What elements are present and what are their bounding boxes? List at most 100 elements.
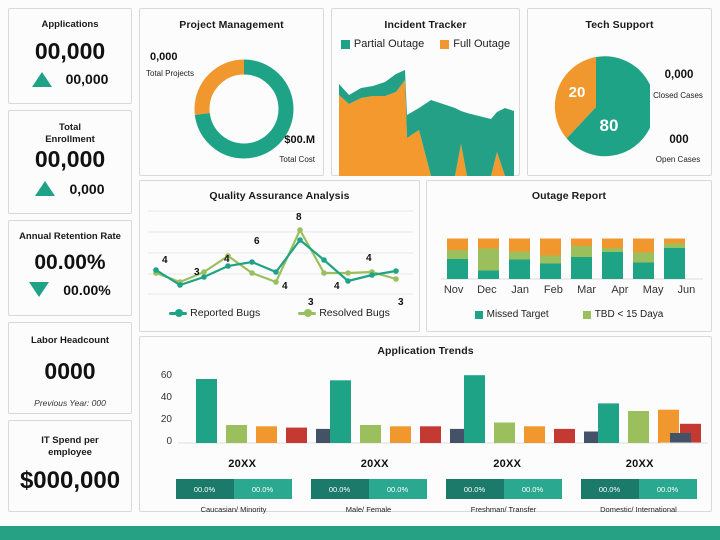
outage-report-card[interactable]: Outage Report Nov Dec Jan Feb Mar Apr Ma… <box>426 180 712 332</box>
percent-bar-domestic-international[interactable]: 00.0% 00.0% <box>580 479 697 499</box>
percent-right: 00.0% <box>233 479 292 499</box>
percent-bar-caucasian-minority[interactable]: 00.0% 00.0% <box>175 479 292 499</box>
pie-label-80: 80 <box>600 116 619 135</box>
bar-group-jan[interactable] <box>509 238 530 280</box>
qa-point-label: 4 <box>334 281 340 292</box>
legend-item-resolved-bugs[interactable]: Resolved Bugs <box>298 307 390 319</box>
month-label: Dec <box>477 284 497 296</box>
bar-group-3[interactable] <box>464 375 605 443</box>
total-projects-label: Total Projects <box>146 69 195 78</box>
card-title: Application Trends <box>377 345 474 357</box>
group-caption: Male/ Female <box>345 505 392 514</box>
kpi-card-applications[interactable]: Applications 00,000 00,000 <box>8 8 132 104</box>
kpi-note: Previous Year: 000 <box>34 398 106 409</box>
legend-item-reported-bugs[interactable]: Reported Bugs <box>169 307 260 319</box>
kpi-delta-row: 00,000 <box>15 71 125 87</box>
card-title: Tech Support <box>585 19 654 31</box>
bar-group-nov[interactable] <box>447 238 468 280</box>
project-management-donut <box>188 53 300 170</box>
group-caption: Caucasian/ Minority <box>200 505 267 514</box>
percent-bar-male-female[interactable]: 00.0% 00.0% <box>310 479 427 499</box>
dashboard-root: Applications 00,000 00,000 Total Enrollm… <box>0 0 720 540</box>
application-trends-bar-chart <box>178 375 706 444</box>
bar-group-apr[interactable] <box>602 238 623 280</box>
application-trends-captions: Caucasian/ Minority Male/ Female Freshma… <box>166 505 706 514</box>
application-trends-card[interactable]: Application Trends 60 40 20 0 20XX 20XX … <box>139 336 712 514</box>
kpi-card-labor-headcount[interactable]: Labor Headcount 0000 Previous Year: 000 <box>8 322 132 414</box>
legend-item-missed-target[interactable]: Missed Target <box>474 309 549 320</box>
incident-tracker-area-chart <box>339 70 514 176</box>
month-label: Jun <box>677 284 696 296</box>
kpi-label: Labor Headcount <box>30 335 110 346</box>
project-management-card[interactable]: Project Management 0,000 Total Projects … <box>139 8 324 176</box>
year-label: 20XX <box>228 458 257 470</box>
bar-group-4-series-5[interactable] <box>670 433 691 443</box>
kpi-card-it-spend-per-employee[interactable]: IT Spend per employee $000,000 <box>8 420 132 512</box>
card-title: Quality Assurance Analysis <box>209 190 350 202</box>
kpi-card-annual-retention-rate[interactable]: Annual Retention Rate 00.00% 00.00% <box>8 220 132 316</box>
kpi-label-line1: IT Spend per <box>41 435 99 446</box>
kpi-card-total-enrollment[interactable]: Total Enrollment 00,000 0,000 <box>8 110 132 214</box>
month-label: Jan <box>511 284 529 296</box>
bar-group-may[interactable] <box>633 238 654 280</box>
kpi-value: $000,000 <box>19 466 121 494</box>
legend-label: Partial Outage <box>353 38 425 50</box>
closed-cases-value: 0,000 <box>664 69 694 81</box>
legend-swatch-partial-outage <box>340 39 350 49</box>
kpi-delta-row: 00.00% <box>15 282 125 298</box>
total-cost-value: $00.M <box>284 134 315 146</box>
y-tick-60: 60 <box>160 370 172 381</box>
y-tick-40: 40 <box>160 392 172 403</box>
qa-point-label: 8 <box>296 212 302 223</box>
application-trends-year-axis: 20XX 20XX 20XX 20XX <box>176 458 706 470</box>
bar-group-2[interactable] <box>330 380 471 443</box>
percent-right: 00.0% <box>368 479 427 499</box>
year-label: 20XX <box>493 458 522 470</box>
outage-report-legend: Missed Target TBD < 15 Daya <box>427 309 711 320</box>
bar-group-1[interactable] <box>196 379 337 443</box>
percent-right: 00.0% <box>503 479 562 499</box>
quality-assurance-legend: Reported Bugs Resolved Bugs <box>140 307 419 319</box>
card-title: Project Management <box>179 19 284 31</box>
bar-group-jun[interactable] <box>664 238 685 280</box>
legend-item-partial-outage[interactable]: Partial Outage <box>340 38 425 50</box>
legend-item-tbd-15-days[interactable]: TBD < 15 Daya <box>582 309 663 320</box>
year-label: 20XX <box>360 458 389 470</box>
qa-line-chart <box>148 210 413 295</box>
year-label: 20XX <box>625 458 654 470</box>
percent-left: 00.0% <box>580 479 639 499</box>
bar-group-feb[interactable] <box>540 238 561 280</box>
legend-item-full-outage[interactable]: Full Outage <box>440 38 510 50</box>
kpi-delta: 0,000 <box>69 180 105 197</box>
kpi-value: 00.00% <box>34 250 106 274</box>
kpi-label-line1: Total <box>59 122 81 133</box>
month-label: May <box>642 284 664 296</box>
incident-tracker-card[interactable]: Incident Tracker Partial Outage Full Out… <box>331 8 520 176</box>
month-label: Apr <box>611 284 629 296</box>
footer-bar <box>0 526 720 540</box>
open-cases-label: Open Cases <box>655 155 701 164</box>
qa-point-label: 4 <box>282 281 288 292</box>
kpi-delta-row: 0,000 <box>15 181 125 197</box>
group-caption: Domestic/ International <box>600 505 677 514</box>
legend-label: Missed Target <box>486 309 549 320</box>
incident-tracker-legend: Partial Outage Full Outage <box>332 38 519 50</box>
legend-swatch-tbd-15-days <box>582 310 591 319</box>
percent-bar-freshman-transfer[interactable]: 00.0% 00.0% <box>445 479 562 499</box>
tech-support-card[interactable]: Tech Support 20 80 0,000 Closed Cases 00… <box>527 8 712 176</box>
kpi-value: 00,000 <box>34 37 106 64</box>
bar-group-mar[interactable] <box>571 238 592 280</box>
month-label: Mar <box>577 284 597 296</box>
y-tick-20: 20 <box>160 414 172 425</box>
month-label: Feb <box>543 284 563 296</box>
bar-group-dec[interactable] <box>478 238 499 280</box>
month-label: Nov <box>443 284 464 296</box>
application-trends-bar-chart-tail <box>660 433 708 444</box>
donut-svg <box>194 59 294 159</box>
card-title: Outage Report <box>531 190 607 202</box>
application-trends-percent-bars: 00.0% 00.0% 00.0% 00.0% 00.0% 00.0% 00.0… <box>166 479 706 499</box>
trend-up-icon <box>31 71 52 87</box>
total-cost-label: Total Cost <box>279 155 315 164</box>
kpi-label: Annual Retention Rate <box>19 231 121 242</box>
quality-assurance-card[interactable]: Quality Assurance Analysis 4 3 4 6 4 3 8… <box>139 180 420 332</box>
